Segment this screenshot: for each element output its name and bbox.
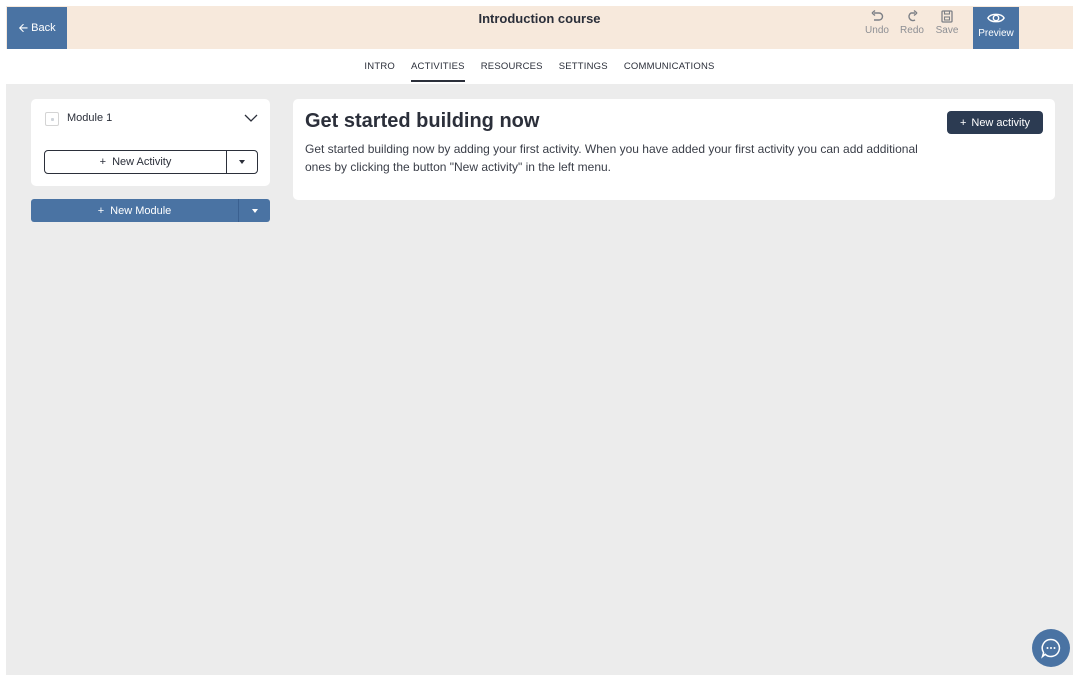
eye-icon [987,13,1005,23]
caret-down-icon [251,208,258,213]
tab-activities[interactable]: ACTIVITIES [403,49,473,84]
back-button[interactable]: 🡨 Back [7,7,67,49]
tab-intro[interactable]: INTRO [356,49,403,84]
new-activity-button[interactable]: + New Activity [45,151,226,173]
back-label: Back [31,22,56,34]
tab-resources[interactable]: RESOURCES [473,49,551,84]
save-label: Save [935,25,959,36]
top-bar: 🡨 Back Introduction course Undo Redo Sav… [6,6,1073,49]
module-name[interactable]: Module 1 [67,112,112,124]
save-icon [941,10,953,23]
app-frame: 🡨 Back Introduction course Undo Redo Sav… [6,6,1073,675]
tab-settings[interactable]: SETTINGS [551,49,616,84]
undo-icon [871,9,884,21]
new-activity-dropdown-button[interactable] [227,151,257,173]
save-button[interactable]: Save [932,9,962,36]
new-module-dropdown-button[interactable] [239,199,270,222]
redo-button[interactable]: Redo [897,9,927,36]
undo-label: Undo [865,25,889,36]
chat-bubble-icon [1041,638,1061,659]
chevron-down-icon[interactable] [243,111,259,125]
preview-label: Preview [978,28,1014,39]
tab-communications[interactable]: COMMUNICATIONS [616,49,723,84]
module-checkbox[interactable] [45,112,59,126]
plus-icon: + [99,156,107,168]
new-activity-primary-button[interactable]: + New activity [947,111,1043,134]
plus-icon: + [959,116,967,129]
new-activity-split-button: + New Activity [44,150,258,174]
get-started-description: Get started building now by adding your … [305,142,918,174]
new-activity-primary-label: New activity [971,116,1031,129]
get-started-heading: Get started building now [305,110,540,132]
get-started-card: Get started building now Get started bui… [293,99,1055,200]
tab-bar: INTRO ACTIVITIES RESOURCES SETTINGS COMM… [6,49,1073,84]
plus-icon: + [97,204,105,217]
new-module-label: New Module [110,204,172,217]
redo-label: Redo [900,25,924,36]
new-module-button[interactable]: + New Module [31,199,238,222]
redo-icon [908,9,918,22]
new-activity-label: New Activity [112,156,172,168]
arrow-left-icon: 🡨 [18,21,29,35]
preview-button[interactable]: Preview [973,7,1019,49]
caret-down-icon [239,160,245,164]
undo-button[interactable]: Undo [862,9,892,36]
chat-button[interactable] [1032,629,1070,667]
new-module-split-button: + New Module [31,199,270,222]
module-card: Module 1 + New Activity [31,99,270,186]
